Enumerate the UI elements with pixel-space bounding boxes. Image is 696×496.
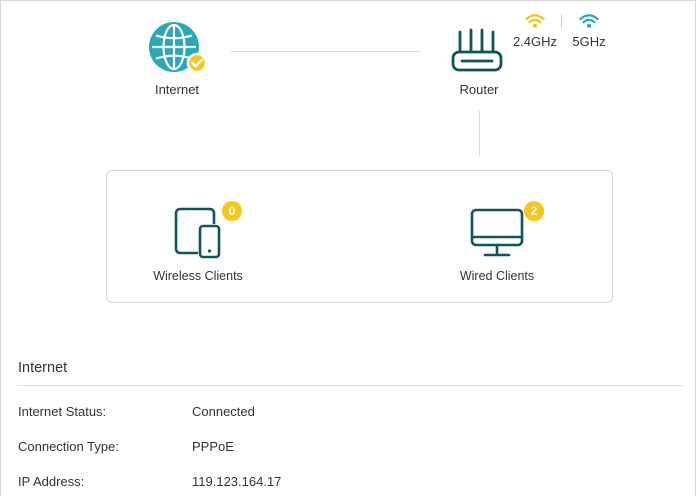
- connection-type-value: PPPoE: [192, 439, 234, 454]
- wired-clients-count-badge: 2: [524, 201, 544, 221]
- band-separator: [561, 14, 562, 28]
- wifi-icon: [525, 14, 545, 28]
- band-2-4ghz-label: 2.4GHz: [512, 34, 558, 49]
- globe-icon: [149, 22, 207, 74]
- tablet-phone-icon: [174, 207, 221, 259]
- band-2-4ghz[interactable]: 2.4GHz: [512, 13, 558, 49]
- ip-address-value: 119.123.164.17: [192, 474, 282, 489]
- check-badge-icon: [186, 52, 207, 74]
- wifi-icon: [579, 14, 599, 28]
- internet-router-link: [231, 51, 421, 52]
- monitor-icon: [470, 208, 524, 257]
- internet-label: Internet: [154, 82, 200, 97]
- internet-section-title: Internet: [18, 360, 68, 376]
- wireless-clients-label: Wireless Clients: [153, 269, 243, 283]
- band-5ghz-label: 5GHz: [572, 34, 606, 49]
- wired-clients-label: Wired Clients: [459, 269, 535, 283]
- internet-status-label: Internet Status:: [18, 404, 107, 419]
- router-clients-link: [479, 111, 480, 156]
- internet-node[interactable]: Internet: [147, 20, 207, 97]
- section-divider: [18, 385, 683, 386]
- internet-status-value: Connected: [192, 404, 255, 419]
- ip-address-label: IP Address:: [18, 474, 85, 489]
- router-node[interactable]: Router: [449, 26, 509, 97]
- band-5ghz[interactable]: 5GHz: [568, 13, 610, 49]
- router-icon: [451, 28, 503, 72]
- wireless-clients-count-badge: 0: [222, 201, 242, 221]
- connection-type-label: Connection Type:: [18, 439, 119, 454]
- router-label: Router: [459, 82, 499, 97]
